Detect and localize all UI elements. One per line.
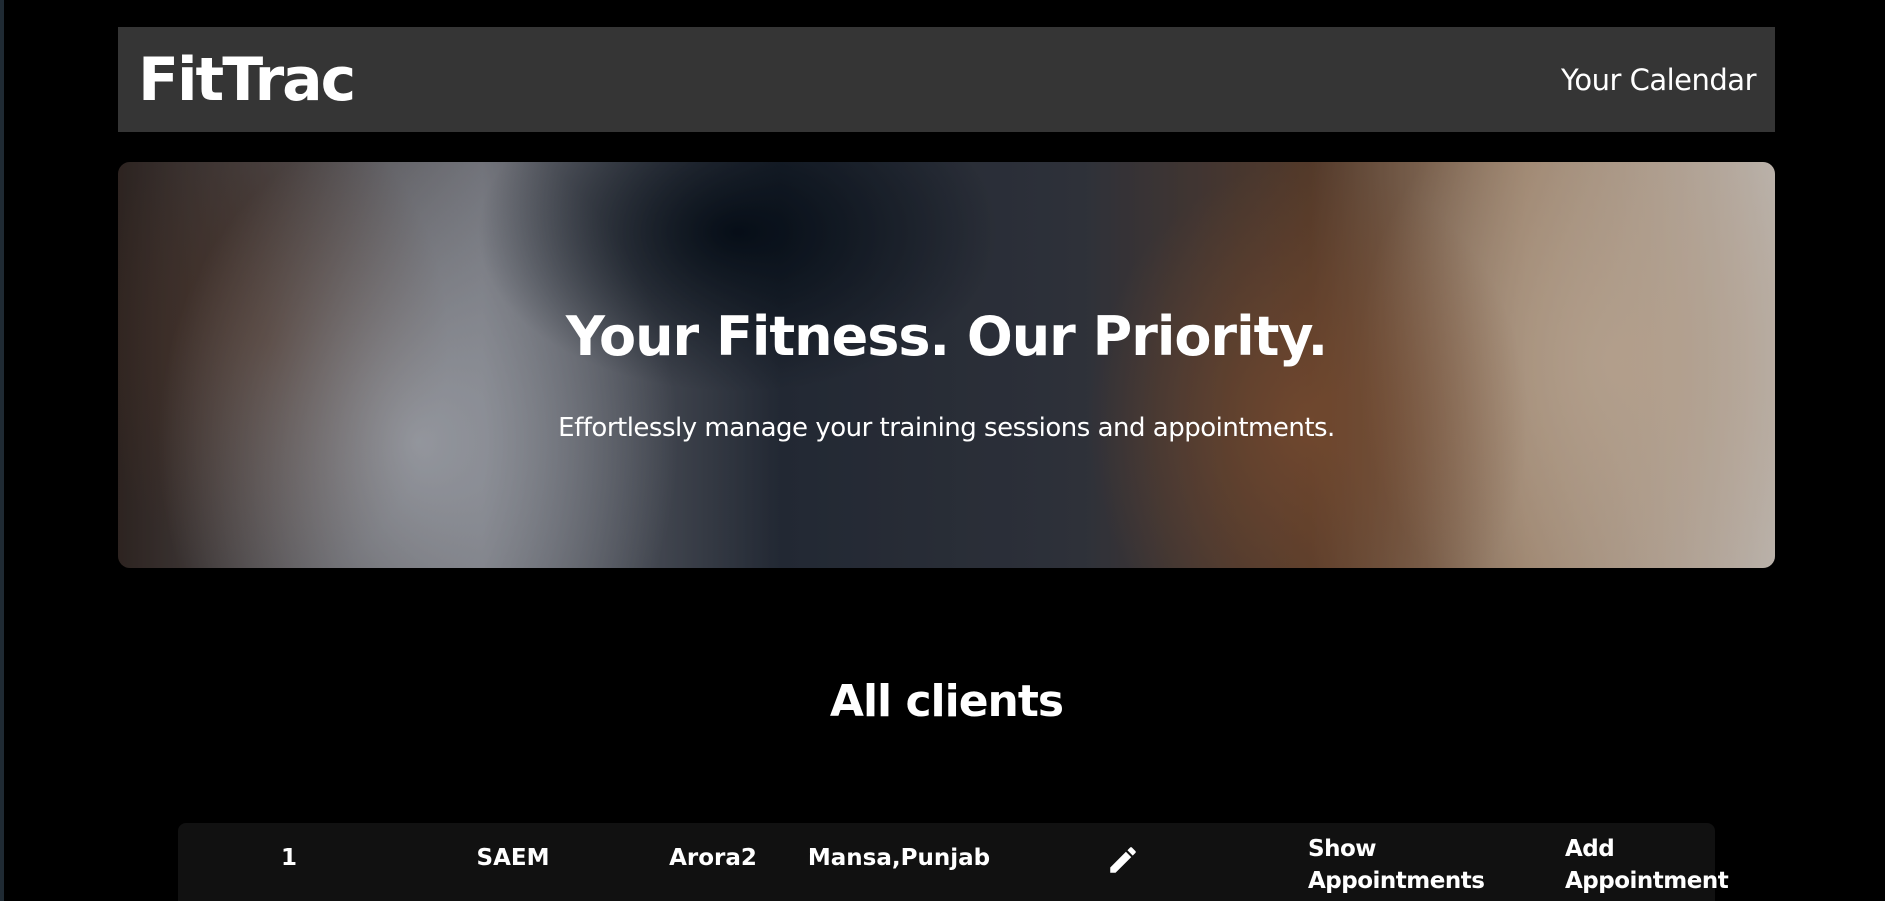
pencil-icon bbox=[1110, 847, 1136, 873]
show-appointments-link[interactable]: Show Appointments bbox=[1308, 833, 1488, 897]
brand-logo-link[interactable]: FitTrac bbox=[138, 50, 356, 110]
client-id: 1 bbox=[280, 845, 297, 871]
window-edge bbox=[0, 0, 4, 901]
client-first-name: SAEM bbox=[476, 845, 550, 871]
edit-client-button[interactable] bbox=[1106, 843, 1140, 877]
your-calendar-link[interactable]: Your Calendar bbox=[1561, 63, 1757, 97]
page: FitTrac Your Calendar Your Fitness. Our … bbox=[0, 0, 1885, 901]
navbar: FitTrac Your Calendar bbox=[118, 27, 1775, 132]
hero-banner: Your Fitness. Our Priority. Effortlessly… bbox=[118, 162, 1775, 568]
hero-title: Your Fitness. Our Priority. bbox=[565, 305, 1328, 368]
client-last-name: Arora2 bbox=[669, 845, 757, 871]
client-location: Mansa,Punjab bbox=[807, 845, 991, 871]
hero-subtitle: Effortlessly manage your training sessio… bbox=[558, 413, 1335, 443]
all-clients-heading: All clients bbox=[829, 676, 1064, 727]
add-appointment-link[interactable]: Add Appointment bbox=[1565, 833, 1729, 897]
client-row: 1 SAEM Arora2 Mansa,Punjab Show Appointm… bbox=[178, 823, 1729, 901]
